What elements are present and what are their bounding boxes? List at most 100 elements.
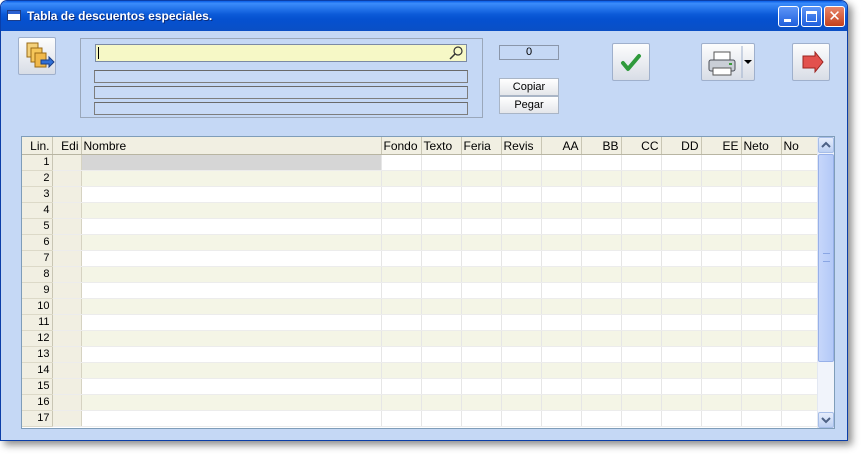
grid-cell[interactable] [781,314,820,331]
grid-cell[interactable] [621,234,662,251]
grid-cell[interactable] [421,218,462,235]
grid-cell[interactable] [621,394,662,411]
grid-cell[interactable] [501,394,542,411]
grid-cell[interactable] [81,170,382,187]
grid-cell[interactable] [461,218,502,235]
table-row[interactable]: 10 [22,298,820,315]
grid-cell[interactable] [541,170,582,187]
grid-cell[interactable] [461,362,502,379]
grid-cell[interactable] [701,218,742,235]
grid-cell[interactable] [541,346,582,363]
grid-cell[interactable] [661,410,702,427]
grid-cell[interactable] [381,394,422,411]
grid-cell[interactable] [621,170,662,187]
col-nombre[interactable]: Nombre [81,137,382,155]
edit-cell[interactable] [52,346,82,363]
col-neto[interactable]: Neto [741,137,782,155]
grid-cell[interactable] [501,250,542,267]
grid-cell[interactable] [81,410,382,427]
grid-cell[interactable] [621,266,662,283]
magnifier-icon[interactable] [447,45,465,61]
grid-cell[interactable] [741,314,782,331]
grid-cell[interactable] [421,346,462,363]
grid-cell[interactable] [621,314,662,331]
search-input[interactable] [95,44,467,62]
grid-cell[interactable] [701,346,742,363]
grid-cell[interactable] [381,234,422,251]
grid-cell[interactable] [381,362,422,379]
grid-cell[interactable] [661,170,702,187]
vertical-scrollbar[interactable] [817,137,834,428]
grid-cell[interactable] [501,234,542,251]
grid-cell[interactable] [81,298,382,315]
grid-cell[interactable] [541,202,582,219]
table-row[interactable]: 11 [22,314,820,331]
paste-button[interactable]: Pegar [499,96,559,114]
grid-cell[interactable] [461,202,502,219]
grid-cell[interactable] [621,202,662,219]
col-aa[interactable]: AA [541,137,582,155]
grid-cell[interactable] [701,154,742,171]
edit-cell[interactable] [52,170,82,187]
grid-cell[interactable] [461,266,502,283]
table-row[interactable]: 15 [22,378,820,395]
grid-cell[interactable] [461,410,502,427]
grid-cell[interactable] [581,266,622,283]
grid-cell[interactable] [701,330,742,347]
grid-cell[interactable] [81,314,382,331]
grid-cell[interactable] [421,362,462,379]
grid-cell[interactable] [381,346,422,363]
grid-cell[interactable] [541,298,582,315]
grid-cell[interactable] [381,266,422,283]
edit-cell[interactable] [52,314,82,331]
grid-cell[interactable] [501,298,542,315]
grid-cell[interactable] [501,266,542,283]
grid-cell[interactable] [701,314,742,331]
grid-cell[interactable] [661,330,702,347]
grid-cell[interactable] [461,378,502,395]
grid-cell[interactable] [661,378,702,395]
grid-cell[interactable] [701,362,742,379]
grid-cell[interactable] [701,298,742,315]
grid-cell[interactable] [781,218,820,235]
col-fondo[interactable]: Fondo [381,137,422,155]
grid-cell[interactable] [421,250,462,267]
grid-cell[interactable] [381,202,422,219]
grid-cell[interactable] [421,234,462,251]
grid-cell[interactable] [621,330,662,347]
grid-cell[interactable] [621,186,662,203]
grid-cell[interactable] [81,378,382,395]
grid-cell[interactable] [661,202,702,219]
grid-cell[interactable] [461,314,502,331]
copy-documents-button[interactable] [18,37,56,75]
grid-cell[interactable] [501,314,542,331]
scroll-up-button[interactable] [818,137,834,153]
grid-cell[interactable] [421,394,462,411]
grid-cell[interactable] [461,186,502,203]
col-ee[interactable]: EE [701,137,742,155]
grid-cell[interactable] [701,266,742,283]
grid-cell[interactable] [581,170,622,187]
grid-cell[interactable] [701,410,742,427]
grid-cell[interactable] [421,410,462,427]
col-feria[interactable]: Feria [461,137,502,155]
grid-cell[interactable] [421,282,462,299]
grid-cell[interactable] [81,282,382,299]
grid-cell[interactable] [581,298,622,315]
grid-cell[interactable] [581,378,622,395]
col-no[interactable]: No [781,137,820,155]
grid-cell[interactable] [541,266,582,283]
grid-cell[interactable] [701,282,742,299]
grid-cell[interactable] [421,154,462,171]
grid-cell[interactable] [661,186,702,203]
grid-cell[interactable] [541,250,582,267]
grid-cell[interactable] [81,202,382,219]
grid-cell[interactable] [581,330,622,347]
exit-button[interactable] [792,43,830,81]
grid-cell[interactable] [741,266,782,283]
grid-cell[interactable] [581,218,622,235]
col-texto[interactable]: Texto [421,137,462,155]
edit-cell[interactable] [52,202,82,219]
grid-cell[interactable] [501,410,542,427]
grid-cell[interactable] [661,298,702,315]
